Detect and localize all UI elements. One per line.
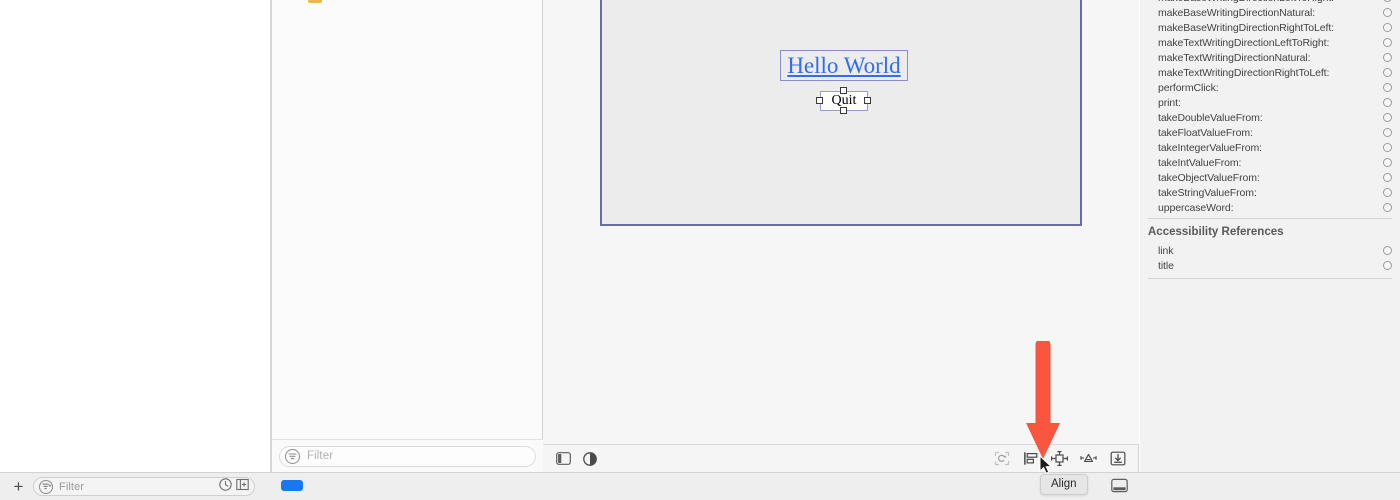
inspector-attribute-row[interactable]: makeBaseWritingDirectionNatural: (1140, 5, 1400, 20)
inspector-attribute-label: takeIntValueFrom: (1158, 156, 1242, 169)
library-panel: Filter (272, 0, 543, 472)
inspector-attribute-row[interactable]: takeDoubleValueFrom: (1140, 110, 1400, 125)
appearance-toggle-icon[interactable] (581, 450, 598, 467)
app-window: Filter Hello World Quit makeBaseWritingD… (0, 0, 1400, 500)
connection-well[interactable] (1383, 0, 1392, 2)
inspector-attribute-row[interactable]: print: (1140, 95, 1400, 110)
inspector-attribute-label: makeTextWritingDirectionLeftToRight: (1158, 36, 1330, 49)
inspector-attribute-label: makeBaseWritingDirectionRightToLeft: (1158, 21, 1334, 34)
inspector-attribute-label: makeBaseWritingDirectionLeftToRight: (1158, 0, 1334, 4)
inspector-attribute-label: uppercaseWord: (1158, 201, 1234, 214)
inspector-attribute-row[interactable]: uppercaseWord: (1140, 200, 1400, 215)
inspector-attribute-label: makeTextWritingDirectionRightToLeft: (1158, 66, 1330, 79)
recent-history-icon[interactable] (219, 477, 232, 496)
inspector-attribute-label: takeStringValueFrom: (1158, 186, 1257, 199)
inspector-reference-row[interactable]: link (1140, 243, 1400, 258)
show-debug-area-icon[interactable] (1111, 478, 1128, 493)
selection-handle-left[interactable] (816, 97, 823, 104)
connection-well[interactable] (1383, 53, 1392, 62)
inspector-attribute-row[interactable]: makeTextWritingDirectionNatural: (1140, 50, 1400, 65)
connection-well[interactable] (1383, 143, 1392, 152)
clipped-icon (308, 0, 322, 3)
align-icon[interactable] (1022, 450, 1039, 467)
inspector-attribute-label: takeFloatValueFrom: (1158, 126, 1253, 139)
inspector-reference-label: title (1158, 259, 1174, 272)
align-tooltip: Align (1040, 474, 1088, 495)
inspector-attribute-row[interactable]: makeBaseWritingDirectionRightToLeft: (1140, 20, 1400, 35)
filter-icon (285, 448, 300, 464)
add-button[interactable]: + (10, 478, 27, 495)
mouse-cursor (1039, 455, 1053, 474)
inspector-bottom-rule (1148, 278, 1392, 279)
interface-builder-canvas[interactable]: Hello World Quit (543, 0, 1139, 444)
inspector-attribute-row[interactable]: makeTextWritingDirectionRightToLeft: (1140, 65, 1400, 80)
status-filter-placeholder: Filter (59, 480, 85, 493)
connection-well[interactable] (1383, 173, 1392, 182)
connection-well[interactable] (1383, 188, 1392, 197)
status-selection-chip[interactable] (281, 480, 303, 491)
update-frames-icon[interactable] (993, 450, 1010, 467)
embed-in-icon[interactable] (1109, 450, 1126, 467)
library-filter-input[interactable]: Filter (279, 445, 536, 467)
inspector-attribute-label: performClick: (1158, 81, 1219, 94)
connection-well[interactable] (1383, 261, 1392, 270)
hello-world-link[interactable]: Hello World (780, 50, 908, 81)
connection-well[interactable] (1383, 203, 1392, 212)
connection-well[interactable] (1383, 23, 1392, 32)
inspector-attribute-row[interactable]: takeStringValueFrom: (1140, 185, 1400, 200)
connection-well[interactable] (1383, 246, 1392, 255)
inspector-scroll-area[interactable]: makeBaseWritingDirectionLeftToRight: make… (1140, 0, 1400, 462)
library-filter-bar: Filter (272, 439, 543, 472)
inspector-attribute-label: makeTextWritingDirectionNatural: (1158, 51, 1311, 64)
connection-well[interactable] (1383, 83, 1392, 92)
inspector-section-title: Accessibility References (1148, 226, 1284, 238)
connection-well[interactable] (1383, 128, 1392, 137)
inspector-attribute-row[interactable]: takeFloatValueFrom: (1140, 125, 1400, 140)
hello-world-link-label: Hello World (787, 52, 901, 78)
show-hide-sidebar-icon[interactable] (555, 450, 572, 467)
connection-well[interactable] (1383, 8, 1392, 17)
design-window[interactable]: Hello World Quit (600, 0, 1082, 226)
inspector-attribute-row[interactable]: performClick: (1140, 80, 1400, 95)
inspector-attribute-row[interactable]: takeIntegerValueFrom: (1140, 140, 1400, 155)
selection-handle-right[interactable] (864, 97, 871, 104)
connection-well[interactable] (1383, 158, 1392, 167)
recently-modified-icon[interactable] (236, 478, 249, 496)
resolve-auto-layout-issues-icon[interactable] (1080, 450, 1097, 467)
inspector-attribute-label: takeIntegerValueFrom: (1158, 141, 1262, 154)
navigator-pane (0, 0, 272, 472)
inspector-attribute-label: print: (1158, 96, 1181, 109)
inspector-reference-row[interactable]: title (1140, 258, 1400, 273)
inspector-reference-label: link (1158, 244, 1174, 257)
selection-handle-bottom[interactable] (840, 107, 847, 114)
status-bar: + Filter (0, 472, 1400, 500)
selection-handle-top[interactable] (840, 87, 847, 94)
connection-well[interactable] (1383, 98, 1392, 107)
inspector-attribute-row[interactable]: makeTextWritingDirectionLeftToRight: (1140, 35, 1400, 50)
library-filter-placeholder: Filter (307, 450, 334, 462)
inspector-attribute-label: makeBaseWritingDirectionNatural: (1158, 6, 1316, 19)
inspector-attribute-row[interactable]: takeObjectValueFrom: (1140, 170, 1400, 185)
add-constraints-icon[interactable] (1051, 450, 1068, 467)
inspector-panel: makeBaseWritingDirectionLeftToRight: make… (1140, 0, 1400, 472)
inspector-attribute-label: takeObjectValueFrom: (1158, 171, 1260, 184)
inspector-attribute-row[interactable]: takeIntValueFrom: (1140, 155, 1400, 170)
connection-well[interactable] (1383, 68, 1392, 77)
status-filter-input[interactable]: Filter (33, 477, 255, 496)
filter-icon (39, 479, 53, 494)
connection-well[interactable] (1383, 38, 1392, 47)
connection-well[interactable] (1383, 113, 1392, 122)
inspector-attribute-label: takeDoubleValueFrom: (1158, 111, 1263, 124)
